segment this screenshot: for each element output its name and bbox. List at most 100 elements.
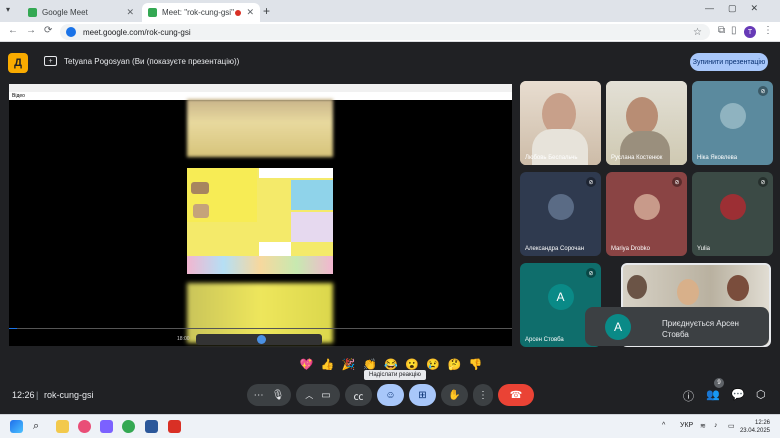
system-clock[interactable]: 12:26 23.04.2025 (740, 419, 770, 435)
leave-call-button[interactable]: ☎ (498, 384, 534, 406)
present-screen-icon: + (44, 56, 57, 66)
poster-panel (291, 180, 333, 210)
participant-name: Александра Сорочан (525, 246, 585, 252)
presenter-title: Tetyana Pogosyan (Ви (показуєте презента… (64, 57, 240, 66)
url-text: meet.google.com/rok-cung-gsi (83, 27, 191, 37)
hand-icon: ✋ (448, 389, 461, 401)
presentation-stage: Відео 18:00 (9, 84, 512, 346)
new-tab-icon[interactable]: + (263, 4, 270, 18)
app-icon[interactable] (168, 420, 181, 433)
laugh-reaction-icon[interactable]: 😂 (384, 358, 398, 371)
video-progress-fill (9, 328, 17, 329)
profile-avatar[interactable]: T (744, 26, 756, 38)
chat-icon[interactable]: 💬 (731, 388, 745, 401)
bookmark-star-icon[interactable]: ☆ (693, 27, 702, 38)
poster-photo (291, 212, 333, 242)
clap-reaction-icon[interactable]: 👏 (363, 358, 377, 371)
forward-icon[interactable]: → (26, 25, 36, 36)
tab-google-meet[interactable]: Google Meet ✕ (22, 3, 140, 22)
chevron-up-icon[interactable]: ^ (662, 422, 665, 429)
participant-avatar (633, 194, 660, 221)
meet-favicon-icon (28, 8, 37, 17)
language-indicator[interactable]: УКР (680, 422, 693, 429)
mic-off-icon: ⊘ (672, 177, 682, 187)
join-notification[interactable]: A Приєднується Арсен Стовба (585, 307, 769, 346)
more-vert-icon: ⋮ (478, 389, 488, 401)
site-info-icon[interactable] (66, 27, 76, 37)
clock-time: 12:26 (754, 420, 770, 426)
participant-tile[interactable]: ⊘ Александра Сорочан (520, 172, 601, 256)
participant-name: Арсен Стовба (525, 337, 564, 343)
surprised-reaction-icon[interactable]: 😮 (405, 358, 419, 371)
self-video (677, 279, 699, 305)
captions-button[interactable]: ㏄ (345, 384, 372, 406)
info-icon[interactable]: ⓘ (683, 388, 694, 404)
reactions-button[interactable]: ☺ (377, 384, 404, 406)
self-video (727, 275, 749, 301)
emoji-icon: ☺ (385, 389, 396, 401)
participant-tile[interactable]: Руслана Костенюк (606, 81, 687, 165)
present-icon: ⊞ (418, 389, 427, 401)
meeting-code: rok-cung-gsi (44, 390, 94, 400)
participant-name: Mariya Drobko (611, 246, 651, 252)
window-controls[interactable]: —▢✕ (705, 3, 772, 14)
browser-tab-bar: ▾ Google Meet ✕ Meet: "rok-cung-gsi" ✕ +… (0, 0, 780, 22)
self-video (627, 275, 647, 299)
address-bar[interactable]: meet.google.com/rok-cung-gsi ☆ (60, 24, 710, 40)
thumbs-down-reaction-icon[interactable]: 👎 (469, 358, 483, 371)
reaction-tooltip: Надіслати реакцію (364, 370, 426, 380)
participant-name: Ніка Яковлева (697, 155, 738, 161)
file-explorer-icon[interactable] (56, 420, 69, 433)
participant-avatar (547, 194, 574, 221)
stop-presenting-button[interactable]: Зупинити презентацію (690, 53, 768, 71)
word-icon[interactable] (145, 420, 158, 433)
tab-list-icon[interactable]: ▾ (6, 5, 10, 14)
thumbs-up-reaction-icon[interactable]: 👍 (321, 358, 335, 371)
play-button[interactable] (257, 335, 266, 344)
camera-control[interactable]: ︿ ▭ (296, 384, 340, 406)
meeting-time: 12:26 (12, 390, 35, 400)
join-message: Приєднується Арсен Стовба (662, 319, 739, 339)
participant-tile[interactable]: ⊘ Yulia (692, 172, 773, 256)
tab-meet-call[interactable]: Meet: "rok-cung-gsi" ✕ (142, 3, 260, 22)
sidebar-icon[interactable]: ▯ (731, 25, 737, 36)
present-button[interactable]: ⊞ (409, 384, 436, 406)
close-tab-icon[interactable]: ✕ (246, 7, 254, 18)
sad-reaction-icon[interactable]: 😢 (426, 358, 440, 371)
activities-icon[interactable]: ⬡ (756, 388, 766, 401)
search-icon[interactable]: ⌕ (33, 420, 46, 433)
recording-dot-icon (235, 9, 242, 16)
chevron-up-icon[interactable]: ︿ (305, 390, 313, 401)
participant-tile[interactable]: Любовь Беспальчь (520, 81, 601, 165)
more-audio-icon[interactable]: ⋯ (254, 390, 264, 401)
participant-name: Руслана Костенюк (611, 155, 663, 161)
mic-off-icon: ⊘ (586, 177, 596, 187)
menu-icon[interactable]: ⋮ (763, 25, 773, 36)
close-tab-icon[interactable]: ✕ (126, 7, 134, 18)
battery-icon[interactable]: ▭ (728, 422, 735, 430)
participant-tile[interactable]: ⊘ Ніка Яковлева (692, 81, 773, 165)
back-icon[interactable]: ← (8, 25, 18, 36)
meet-favicon-icon (148, 8, 157, 17)
video-progress-track[interactable] (9, 328, 512, 329)
messenger-icon[interactable] (100, 420, 113, 433)
party-reaction-icon[interactable]: 🎉 (342, 358, 356, 371)
hang-up-icon: ☎ (509, 389, 523, 401)
people-icon[interactable]: 👥 (706, 388, 720, 401)
windows-start-icon[interactable] (10, 420, 23, 433)
participant-count-badge: 9 (714, 378, 724, 388)
browser-toolbar: ← → ⟳ meet.google.com/rok-cung-gsi ☆ ⧉ ▯… (0, 22, 780, 42)
participant-avatar: A (547, 283, 574, 310)
chrome-icon[interactable] (122, 420, 135, 433)
participant-tile[interactable]: ⊘ Mariya Drobko (606, 172, 687, 256)
thinking-reaction-icon[interactable]: 🤔 (447, 358, 461, 371)
more-options-button[interactable]: ⋮ (473, 384, 493, 406)
heart-reaction-icon[interactable]: 💖 (300, 358, 314, 371)
wifi-icon[interactable]: ≋ (700, 422, 706, 430)
extensions-icon[interactable]: ⧉ (718, 25, 725, 36)
reload-icon[interactable]: ⟳ (44, 25, 52, 36)
mic-control[interactable]: ⋯ 🎙 (247, 384, 291, 406)
volume-icon[interactable]: ♪ (714, 422, 718, 429)
app-icon[interactable] (78, 420, 91, 433)
raise-hand-button[interactable]: ✋ (441, 384, 468, 406)
